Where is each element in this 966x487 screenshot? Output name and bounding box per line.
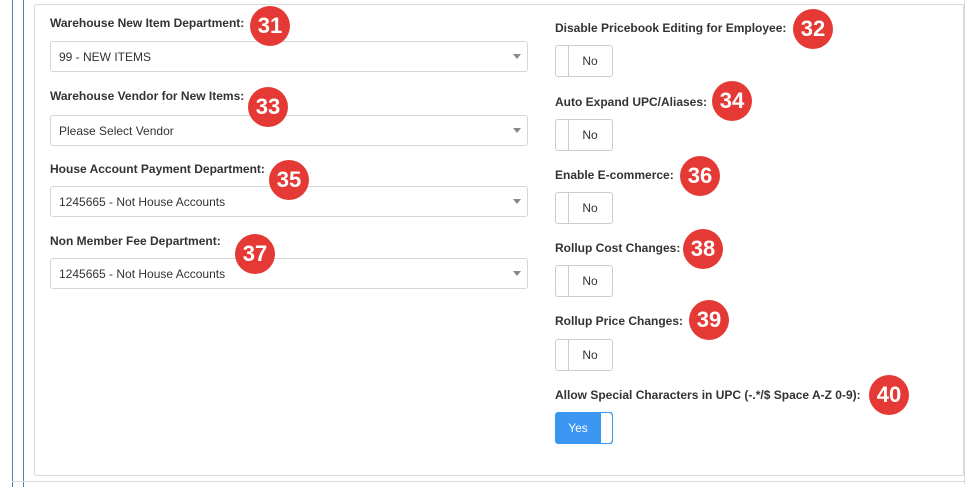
non-member-fee-department-label: Non Member Fee Department: <box>50 234 221 248</box>
select-value: 1245665 - Not House Accounts <box>59 195 226 209</box>
select-value: 1245665 - Not House Accounts <box>59 267 226 281</box>
frame-line-2 <box>23 0 24 487</box>
disable-pricebook-editing-toggle[interactable]: No <box>555 45 613 77</box>
chevron-down-icon <box>513 271 521 276</box>
toggle-label: No <box>582 201 598 215</box>
rollup-cost-changes-label: Rollup Cost Changes: <box>555 241 681 255</box>
enable-ecommerce-toggle[interactable]: No <box>555 192 613 224</box>
frame-line-1 <box>12 0 13 487</box>
chevron-down-icon <box>513 128 521 133</box>
callout-badge-36: 36 <box>680 156 720 196</box>
select-value: Please Select Vendor <box>59 124 174 138</box>
toggle-label: No <box>582 348 598 362</box>
non-member-fee-department-select[interactable]: 1245665 - Not House Accounts <box>50 258 528 289</box>
chevron-down-icon <box>513 54 521 59</box>
toggle-label: Yes <box>568 421 588 435</box>
auto-expand-upc-label: Auto Expand UPC/Aliases: <box>555 95 708 109</box>
disable-pricebook-editing-label: Disable Pricebook Editing for Employee: <box>555 21 787 35</box>
toggle-label: No <box>582 128 598 142</box>
callout-badge-38: 38 <box>683 229 723 269</box>
callout-badge-37: 37 <box>235 234 275 274</box>
callout-badge-35: 35 <box>269 160 309 200</box>
toggle-label: No <box>582 274 598 288</box>
callout-badge-34: 34 <box>712 81 752 121</box>
warehouse-vendor-select[interactable]: Please Select Vendor <box>50 115 528 146</box>
allow-special-characters-label: Allow Special Characters in UPC (-.*/$ S… <box>555 388 861 402</box>
callout-badge-32: 32 <box>793 9 833 49</box>
rollup-cost-changes-toggle[interactable]: No <box>555 265 613 297</box>
callout-badge-31: 31 <box>250 6 290 46</box>
enable-ecommerce-label: Enable E-commerce: <box>555 168 674 182</box>
rollup-price-changes-toggle[interactable]: No <box>555 339 613 371</box>
auto-expand-upc-toggle[interactable]: No <box>555 119 613 151</box>
toggle-label: No <box>582 54 598 68</box>
warehouse-new-item-department-select[interactable]: 99 - NEW ITEMS <box>50 41 528 72</box>
chevron-down-icon <box>513 199 521 204</box>
warehouse-new-item-department-label: Warehouse New Item Department: <box>50 16 245 30</box>
allow-special-characters-toggle[interactable]: Yes <box>555 412 613 444</box>
right-divider <box>964 0 965 484</box>
callout-badge-39: 39 <box>689 300 729 340</box>
warehouse-vendor-label: Warehouse Vendor for New Items: <box>50 89 245 103</box>
toggle-knob <box>600 413 612 443</box>
callout-badge-40: 40 <box>869 375 909 415</box>
callout-badge-33: 33 <box>248 87 288 127</box>
rollup-price-changes-label: Rollup Price Changes: <box>555 314 684 328</box>
bottom-divider <box>12 481 964 482</box>
select-value: 99 - NEW ITEMS <box>59 50 152 64</box>
house-account-payment-department-label: House Account Payment Department: <box>50 162 265 176</box>
